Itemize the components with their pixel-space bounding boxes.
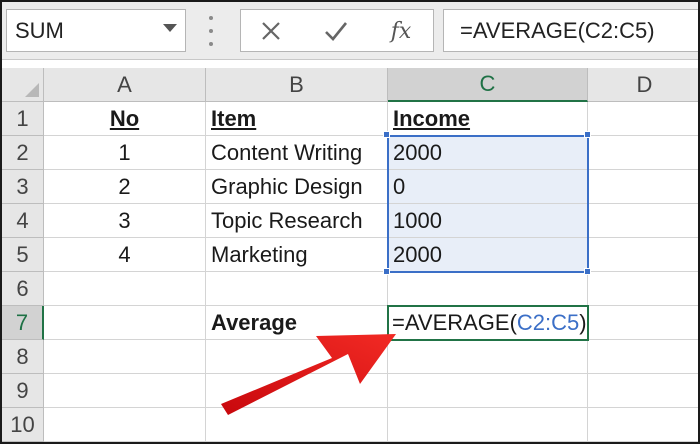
red-arrow-icon (221, 334, 396, 415)
excel-window: SUM fx =AVERAGE(C2:C5) A B C D 1 No Item… (0, 0, 700, 444)
